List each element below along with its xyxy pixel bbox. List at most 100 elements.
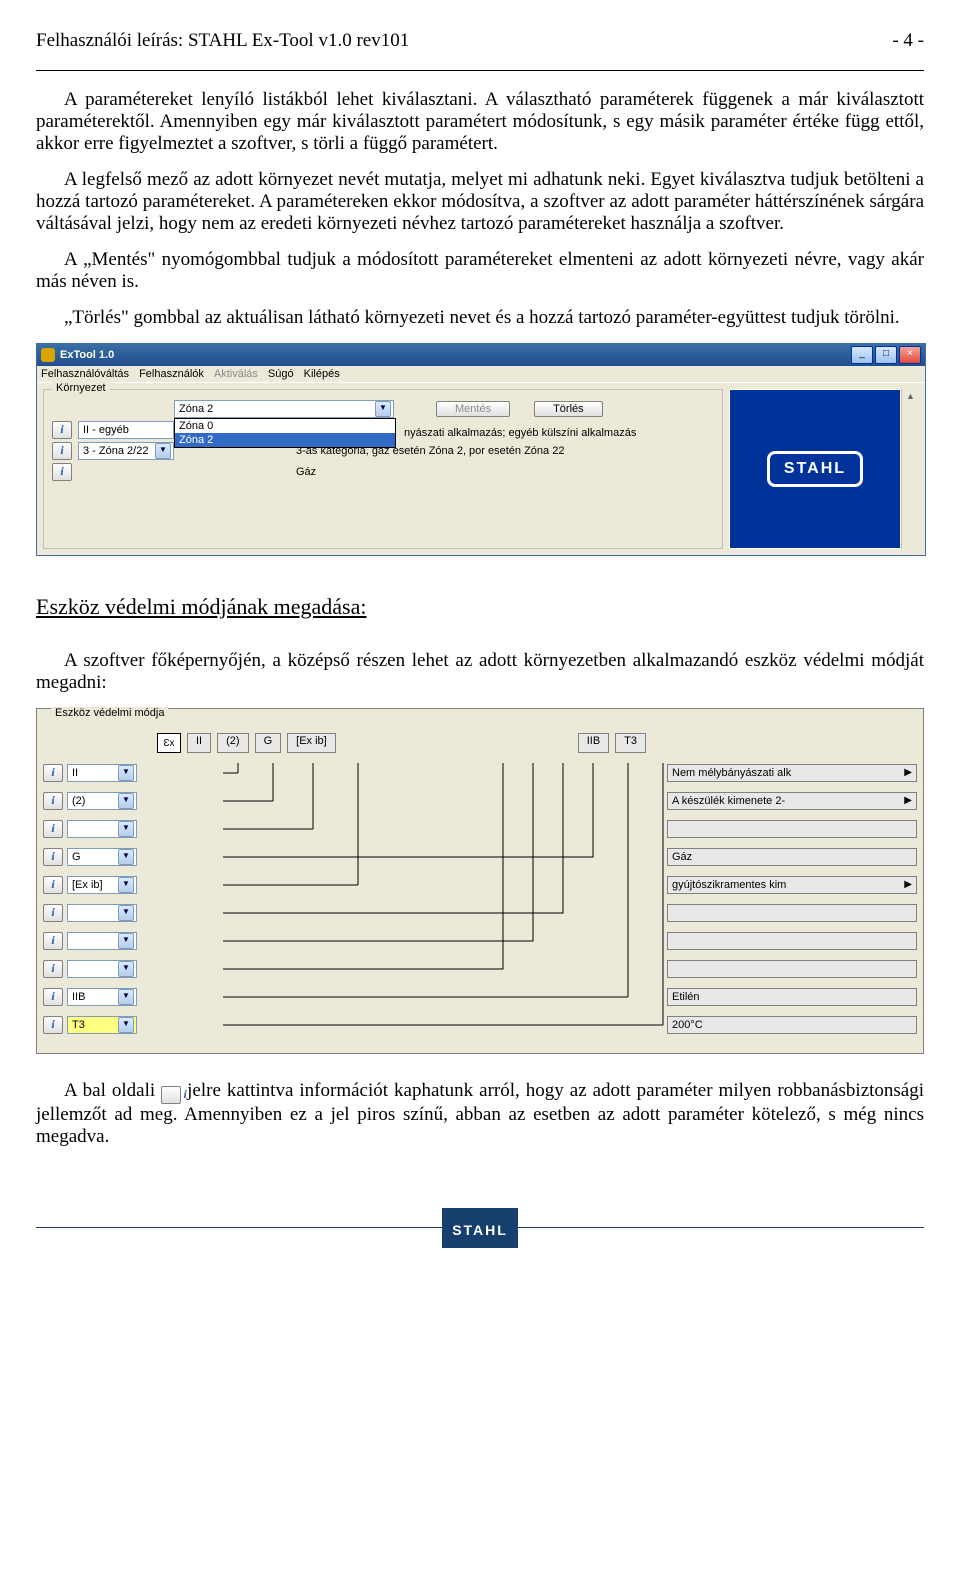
param-combo-1[interactable]: II - egyéb (78, 421, 174, 439)
stahl-logo-panel: STAHL (729, 389, 901, 549)
param-row: iIIB▼ (43, 987, 223, 1007)
menu-exit[interactable]: Kilépés (304, 368, 340, 380)
param-combo[interactable]: T3▼ (67, 1016, 137, 1034)
chevron-down-icon[interactable]: ▼ (118, 989, 134, 1005)
minimize-button[interactable]: _ (851, 346, 873, 364)
doc-header-right: - 4 - (892, 30, 924, 52)
param-combo-2[interactable]: 3 - Zóna 2/22 ▼ (78, 442, 174, 460)
paragraph-2: A legfelső mező az adott környezet nevét… (36, 169, 924, 235)
info-icon[interactable]: i (43, 904, 63, 922)
scroll-up-icon[interactable]: ▲ (906, 391, 915, 401)
info-icon[interactable]: i (43, 1016, 63, 1034)
info-icon: i (161, 1086, 181, 1104)
header-rule (36, 70, 924, 71)
param-combo-value: [Ex ib] (72, 879, 103, 891)
extool-window: ExTool 1.0 _ □ × Felhasználóváltás Felha… (36, 343, 926, 556)
doc-header-left: Felhasználói leírás: STAHL Ex-Tool v1.0 … (36, 30, 409, 52)
chevron-down-icon[interactable]: ▼ (375, 401, 391, 417)
info-icon[interactable]: i (43, 764, 63, 782)
window-title: ExTool 1.0 (60, 349, 851, 361)
environment-dropdown-list[interactable]: Zóna 0 Zóna 2 (174, 418, 396, 448)
chip: (2) (217, 733, 248, 753)
environment-combo-value: Zóna 2 (179, 403, 213, 415)
info-icon[interactable]: i (43, 988, 63, 1006)
param-combo[interactable]: ▼ (67, 904, 137, 922)
info-icon[interactable]: i (43, 848, 63, 866)
param-description: 200°C (667, 1016, 917, 1034)
param-combo[interactable]: ▼ (67, 820, 137, 838)
info-icon[interactable]: i (43, 932, 63, 950)
chip: II (187, 733, 211, 753)
more-icon: ▶ (904, 877, 912, 893)
chevron-down-icon[interactable]: ▼ (118, 1017, 134, 1033)
param-combo[interactable]: ▼ (67, 960, 137, 978)
param-description: A készülék kimenete 2-▶ (667, 792, 917, 810)
chevron-down-icon[interactable]: ▼ (118, 933, 134, 949)
param-desc-3: Gáz (296, 466, 316, 478)
param-combo[interactable]: G▼ (67, 848, 137, 866)
section-heading: Eszköz védelmi módjának megadása: (36, 594, 924, 620)
param-description (667, 932, 917, 950)
protection-group-label: Eszköz védelmi módja (51, 707, 168, 719)
paragraph-6-a: A bal oldali (64, 1080, 161, 1101)
param-row: i▼ (43, 959, 223, 979)
chip: [Ex ib] (287, 733, 336, 753)
param-combo[interactable]: II▼ (67, 764, 137, 782)
info-icon[interactable]: i (43, 876, 63, 894)
page-footer: STAHL (36, 1208, 924, 1248)
dropdown-option-1[interactable]: Zóna 0 (175, 419, 395, 433)
chevron-down-icon[interactable]: ▼ (118, 877, 134, 893)
info-icon[interactable]: i (43, 820, 63, 838)
param-description: Gáz (667, 848, 917, 866)
param-row: i [Ex ib] ▼ (43, 875, 223, 895)
param-combo[interactable]: IIB▼ (67, 988, 137, 1006)
protection-summary-row: Ɛx II (2) G [Ex ib] IIB T3 (157, 733, 917, 753)
param-description: Etilén (667, 988, 917, 1006)
chevron-down-icon[interactable]: ▼ (118, 793, 134, 809)
delete-button[interactable]: Törlés (534, 401, 603, 417)
info-icon[interactable]: i (43, 960, 63, 978)
maximize-button[interactable]: □ (875, 346, 897, 364)
param-combo[interactable]: (2) ▼ (67, 792, 137, 810)
menu-help[interactable]: Súgó (268, 368, 294, 380)
param-description (667, 820, 917, 838)
chevron-down-icon[interactable]: ▼ (118, 849, 134, 865)
chevron-down-icon[interactable]: ▼ (118, 905, 134, 921)
param-description: gyújtószikramentes kim▶ (667, 876, 917, 894)
chip: T3 (615, 733, 646, 753)
param-row: iII▼ (43, 763, 223, 783)
app-icon (41, 348, 55, 362)
param-row: i (2) ▼ (43, 791, 223, 811)
info-icon[interactable]: i (43, 792, 63, 810)
param-row: iT3▼ (43, 1015, 223, 1035)
param-combo-value: (2) (72, 795, 85, 807)
param-row: i▼ (43, 819, 223, 839)
chevron-down-icon[interactable]: ▼ (118, 765, 134, 781)
menu-users[interactable]: Felhasználók (139, 368, 204, 380)
paragraph-4: „Törlés" gombbal az aktuálisan látható k… (36, 307, 924, 329)
param-description (667, 904, 917, 922)
param-row: i▼ (43, 903, 223, 923)
dropdown-option-2[interactable]: Zóna 2 (175, 433, 395, 447)
vertical-scrollbar[interactable]: ▲ (901, 389, 919, 549)
chevron-down-icon[interactable]: ▼ (118, 821, 134, 837)
titlebar[interactable]: ExTool 1.0 _ □ × (37, 344, 925, 366)
save-button[interactable]: Mentés (436, 401, 510, 417)
environment-combo[interactable]: Zóna 2 ▼ (174, 400, 394, 418)
close-button[interactable]: × (899, 346, 921, 364)
chip: G (255, 733, 282, 753)
param-combo[interactable]: ▼ (67, 932, 137, 950)
menu-activate: Aktiválás (214, 368, 258, 380)
ex-badge-icon: Ɛx (157, 733, 181, 753)
menu-user-switch[interactable]: Felhasználóváltás (41, 368, 129, 380)
info-icon[interactable]: i (52, 421, 72, 439)
chevron-down-icon[interactable]: ▼ (118, 961, 134, 977)
chevron-down-icon[interactable]: ▼ (155, 443, 171, 459)
param-description: Nem mélybányászati alk▶ (667, 764, 917, 782)
param-combo-value: G (72, 851, 81, 863)
paragraph-1: A paramétereket lenyíló listákból lehet … (36, 89, 924, 155)
param-combo[interactable]: [Ex ib] ▼ (67, 876, 137, 894)
param-description (667, 960, 917, 978)
info-icon[interactable]: i (52, 463, 72, 481)
info-icon[interactable]: i (52, 442, 72, 460)
